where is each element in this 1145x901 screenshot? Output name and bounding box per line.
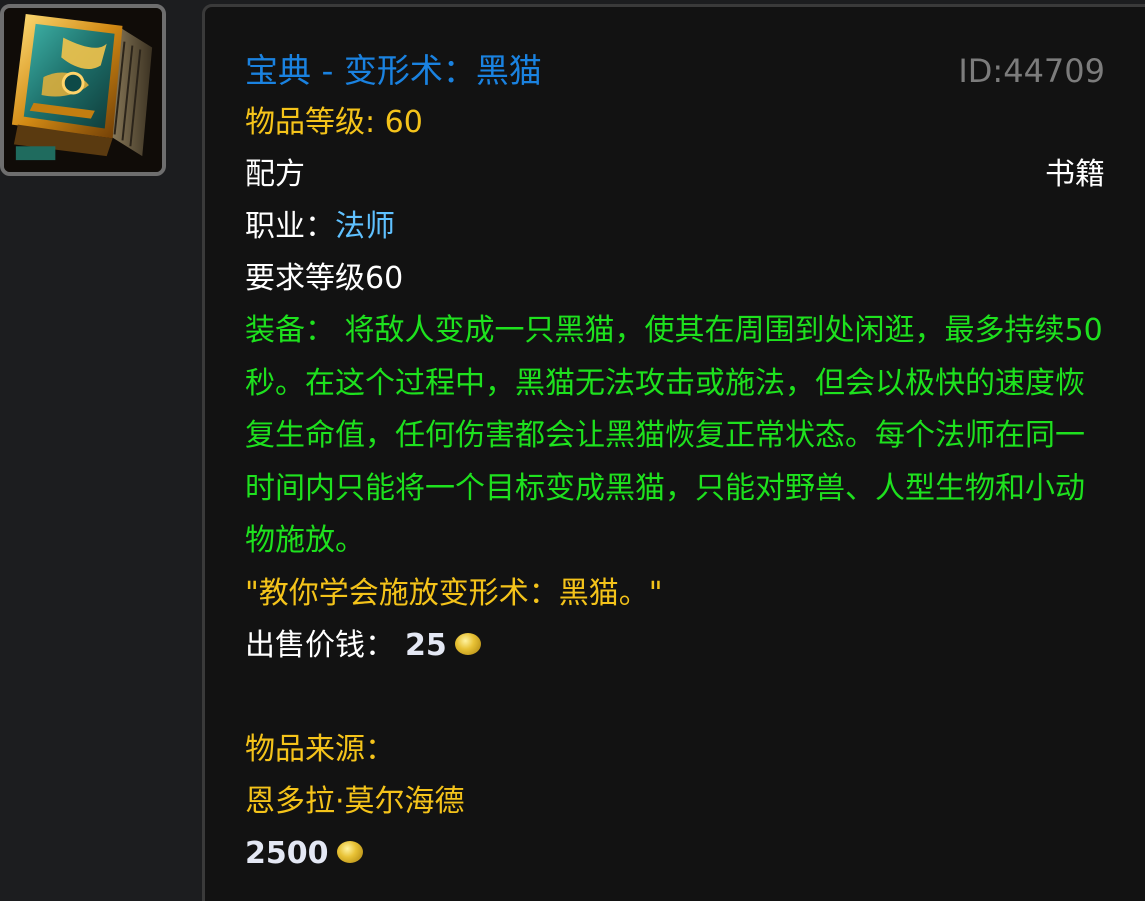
item-level-label: 物品等级: (245, 105, 385, 140)
item-icon-frame[interactable] (0, 4, 166, 176)
page: 宝典 - 变形术：黑猫 ID:44709 物品等级: 60 配方 书籍 职业：法… (0, 0, 1145, 901)
item-flavor-quote: "教你学会施放变形术：黑猫。" (245, 575, 663, 611)
class-label: 职业： (245, 209, 335, 244)
item-level-row: 物品等级: 60 (245, 97, 1105, 149)
item-type: 配方 (245, 157, 305, 192)
sell-price-row: 出售价钱： 25 (245, 620, 1105, 672)
source-vendor-name[interactable]: 恩多拉·莫尔海德 (245, 776, 1105, 828)
source-price-value: 2500 (245, 835, 329, 871)
item-level-value: 60 (384, 105, 423, 140)
sell-price-value: 25 (405, 627, 447, 663)
tooltip-content: 宝典 - 变形术：黑猫 ID:44709 物品等级: 60 配方 书籍 职业：法… (245, 45, 1105, 880)
item-id: ID:44709 (958, 52, 1105, 90)
class-row: 职业：法师 (245, 201, 1105, 253)
item-title[interactable]: 宝典 - 变形术：黑猫 (245, 45, 542, 97)
equip-description: 装备： 将敌人变成一只黑猫，使其在周围到处闲逛，最多持续50秒。在这个过程中，黑… (245, 313, 1103, 558)
source-label: 物品来源： (245, 731, 395, 767)
item-subtype: 书籍 (1045, 157, 1105, 192)
source-price-row: 2500 (245, 828, 1105, 880)
sell-price-label: 出售价钱： (245, 627, 395, 663)
book-icon (4, 8, 162, 172)
item-type-row: 配方 书籍 (245, 149, 1105, 201)
item-tooltip: 宝典 - 变形术：黑猫 ID:44709 物品等级: 60 配方 书籍 职业：法… (202, 4, 1145, 901)
title-row: 宝典 - 变形术：黑猫 ID:44709 (245, 45, 1105, 97)
required-level: 要求等级60 (245, 261, 404, 296)
class-value[interactable]: 法师 (335, 209, 395, 244)
gold-coin-icon (454, 633, 481, 655)
gold-coin-icon (336, 841, 363, 863)
